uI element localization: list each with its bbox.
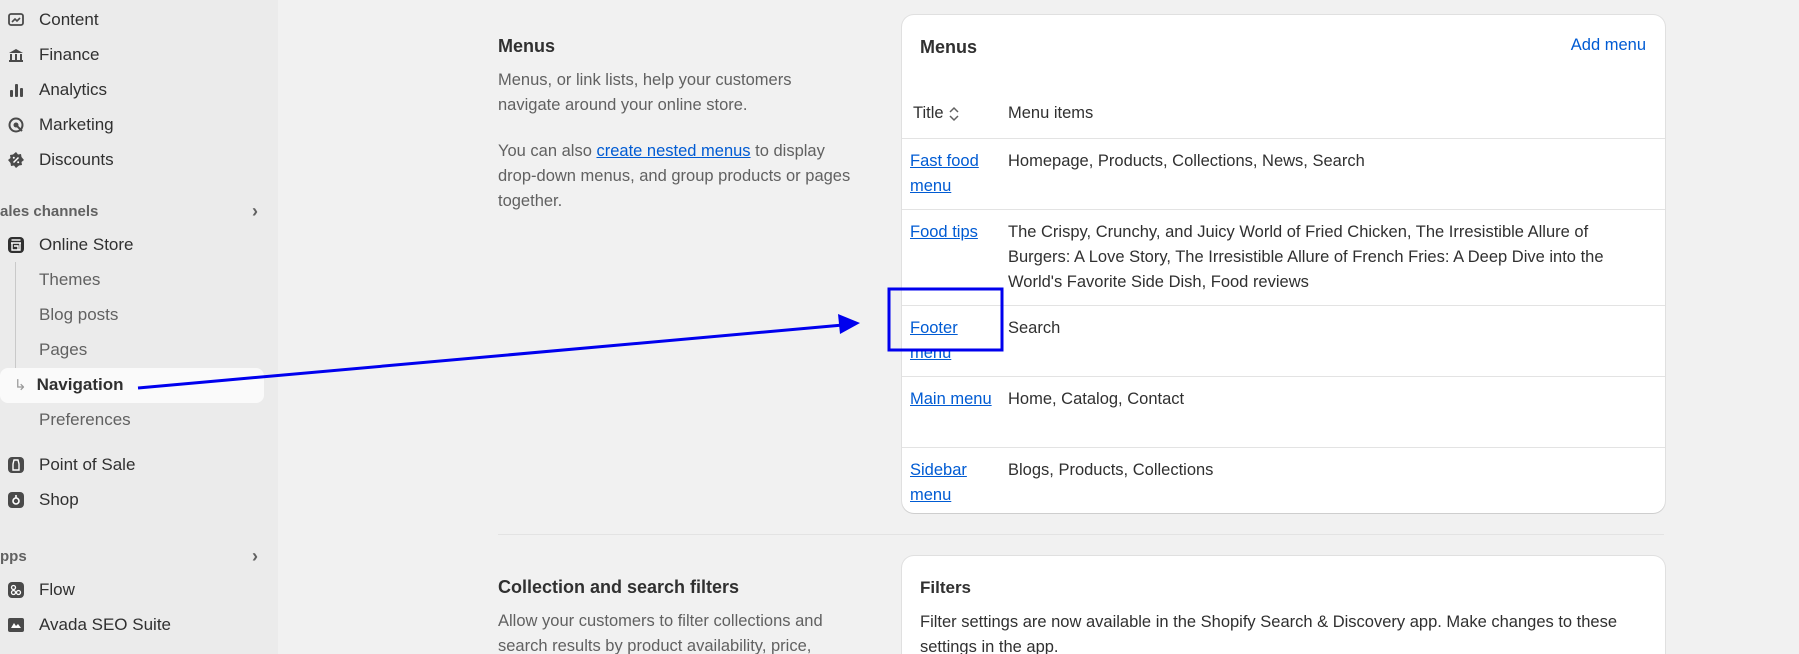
sidebar-item-online-store[interactable]: Online Store [0,228,264,262]
sidebar-item-shop[interactable]: Shop [0,483,264,517]
sidebar-item-label: Shop [39,490,79,509]
menu-items-column-header: Menu items [1008,104,1094,122]
menu-title-link[interactable]: Footer menu [910,316,1000,366]
filters-card-body: Filter settings are now available in the… [920,613,1618,654]
menus-section-desc: Menus, or link lists, help your customer… [498,71,792,114]
sidebar-item-avada[interactable]: Avada SEO Suite [0,608,264,642]
sidebar-item-label: Content [39,10,99,29]
sidebar-item-marketing[interactable]: Marketing [0,108,264,142]
menu-title-link[interactable]: Fast food menu [910,149,1000,199]
menu-items-text: The Crispy, Crunchy, and Juicy World of … [1008,223,1604,291]
sidebar-subitem-preferences[interactable]: Preferences [39,403,131,437]
sidebar-subitem-navigation[interactable]: ↳ Navigation [14,368,123,402]
table-row: Sidebar menu Blogs, Products, Collection… [902,448,1665,513]
sidebar-item-label: Finance [39,45,100,64]
sidebar-item-label: Marketing [39,115,114,134]
table-row: Main menu Home, Catalog, Contact [902,377,1665,448]
sidebar-item-finance[interactable]: Finance [0,38,264,72]
section-divider [498,534,1664,535]
menu-items-text: Homepage, Products, Collections, News, S… [1008,152,1365,170]
sort-icon [948,105,960,123]
sidebar-item-label: Discounts [39,150,114,169]
sidebar-item-point-of-sale[interactable]: Point of Sale [0,448,264,482]
table-row: Footer menu Search [902,306,1665,377]
sidebar-item-analytics[interactable]: Analytics [0,73,264,107]
sidebar-item-flow[interactable]: Flow [0,573,264,607]
create-nested-menus-link[interactable]: create nested menus [596,142,750,160]
chevron-right-icon[interactable]: › [252,546,258,567]
tree-line [15,262,16,384]
discounts-icon [7,151,25,169]
sidebar-item-label: Analytics [39,80,108,99]
filters-card: Filters Filter settings are now availabl… [902,556,1665,654]
branch-arrow-icon: ↳ [14,377,27,394]
menu-title-link[interactable]: Sidebar menu [910,458,1000,508]
add-menu-button[interactable]: Add menu [1571,36,1646,55]
chevron-right-icon[interactable]: › [252,201,258,222]
content-icon [7,11,25,29]
filters-section-desc: Allow your customers to filter collectio… [498,612,823,654]
sidebar: Content Finance Analytics Marketing Disc… [0,0,278,654]
avada-icon [7,616,25,634]
analytics-icon [7,81,25,99]
sales-channels-header[interactable]: ales channels › [0,199,264,223]
filters-card-title: Filters [920,578,972,597]
apps-header[interactable]: pps › [0,544,264,568]
sidebar-item-content[interactable]: Content [0,3,264,37]
store-icon [7,236,25,254]
table-row: Fast food menu Homepage, Products, Colle… [902,139,1665,210]
annotation-arrow-head [838,314,860,334]
sidebar-item-label: Avada SEO Suite [39,615,171,634]
menu-items-text: Blogs, Products, Collections [1008,461,1214,479]
shop-icon [7,491,25,509]
sidebar-item-label: Online Store [39,235,134,254]
finance-icon [7,46,25,64]
flow-icon [7,581,25,599]
sidebar-item-label: Flow [39,580,75,599]
menus-card: Menus Add menu Title Menu items Fast foo… [902,15,1665,513]
menu-title-link[interactable]: Food tips [910,220,1000,245]
filters-section-title: Collection and search filters [498,577,740,597]
menus-section-title: Menus [498,36,556,56]
sidebar-subitem-themes[interactable]: Themes [39,263,100,297]
sidebar-subitem-blog-posts[interactable]: Blog posts [39,298,118,332]
sidebar-subitem-pages[interactable]: Pages [39,333,87,367]
menus-card-title: Menus [920,37,978,57]
menu-title-link[interactable]: Main menu [910,387,1000,412]
pos-icon [7,456,25,474]
table-row: Food tips The Crispy, Crunchy, and Juicy… [902,210,1665,306]
menu-items-text: Search [1008,319,1061,337]
sidebar-item-discounts[interactable]: Discounts [0,143,264,177]
menus-table-header: Title Menu items [902,91,1665,139]
marketing-icon [7,116,25,134]
menus-section-desc-nested: You can also create nested menus to disp… [498,142,851,210]
menu-items-text: Home, Catalog, Contact [1008,390,1185,408]
sidebar-item-label: Point of Sale [39,455,136,474]
title-column-header[interactable]: Title [913,104,960,123]
